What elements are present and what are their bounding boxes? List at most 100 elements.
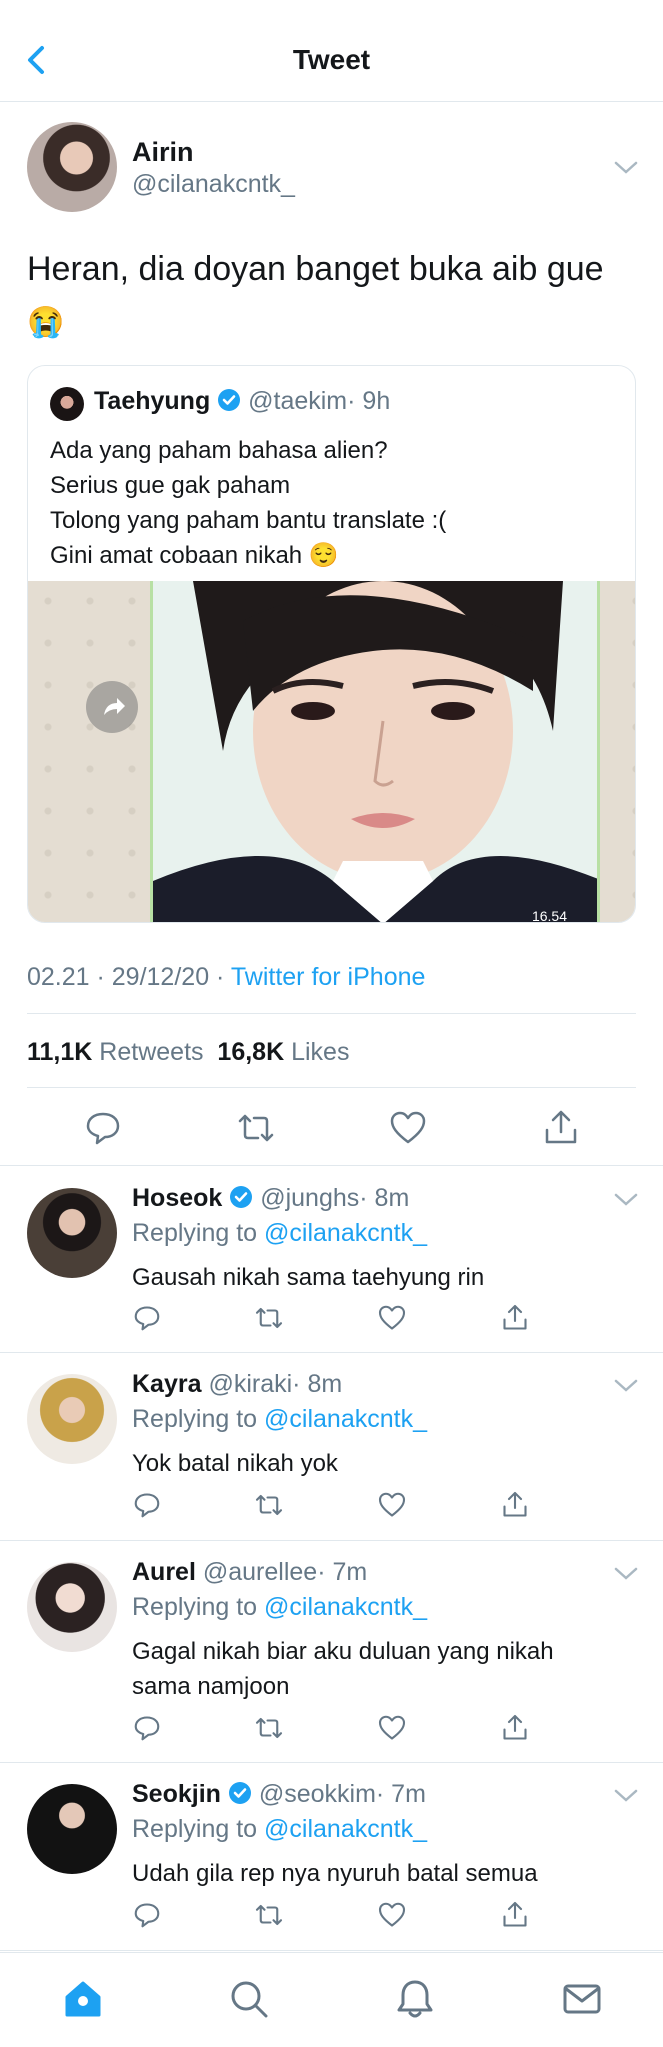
share-icon[interactable] (500, 1713, 530, 1743)
author-name[interactable]: Airin (132, 137, 194, 168)
quoted-line: Tolong yang paham bantu translate :( (50, 507, 447, 534)
quoted-image[interactable]: 16.54 (28, 581, 635, 922)
reply-name[interactable]: Hoseok (132, 1184, 222, 1212)
verified-icon (230, 1186, 253, 1208)
avatar[interactable] (27, 1188, 117, 1278)
likes-label[interactable]: Likes (291, 1038, 349, 1066)
reply-header: Aurel @aurellee· 7m (132, 1558, 367, 1587)
notifications-icon[interactable] (393, 1977, 437, 2021)
replying-label: Replying to (132, 1219, 258, 1247)
reply-name[interactable]: Kayra (132, 1370, 202, 1398)
quoted-avatar (50, 387, 84, 421)
home-icon[interactable] (61, 1977, 105, 2021)
page-title: Tweet (292, 44, 371, 75)
author-handle[interactable]: @cilanakcntk_ (132, 170, 295, 199)
reply-time: · 8m (359, 1184, 410, 1212)
avatar[interactable] (27, 1784, 117, 1874)
quoted-time: · 9h (347, 387, 391, 415)
replying-to-link[interactable]: @cilanakcntk_ (264, 1405, 427, 1433)
reply-icon[interactable] (132, 1900, 162, 1930)
share-icon[interactable] (500, 1490, 530, 1520)
chevron-down-icon[interactable] (613, 1378, 639, 1394)
list-item[interactable]: Hoseok @junghs· 8m Replying to @cilanakc… (0, 1166, 663, 1353)
reply-text: Udah gila rep nya nyuruh batal semua (132, 1856, 538, 1891)
reply-header: Hoseok @junghs· 8m (132, 1184, 409, 1213)
list-item[interactable]: Aurel @aurellee· 7m Replying to @cilanak… (0, 1541, 663, 1763)
forward-icon (104, 698, 125, 715)
quoted-line: Ada yang paham bahasa alien? (50, 437, 388, 464)
share-icon[interactable] (500, 1900, 530, 1930)
quoted-tweet[interactable]: Taehyung @taekim· 9h Ada yang paham baha… (27, 365, 636, 923)
retweet-icon[interactable] (236, 1108, 276, 1148)
like-icon[interactable] (388, 1108, 428, 1148)
replying-to-link[interactable]: @cilanakcntk_ (264, 1219, 427, 1247)
reply-text: Gagal nikah biar aku duluan yang nikah s… (132, 1634, 554, 1704)
verified-icon (228, 1782, 251, 1804)
reply-action-bar (132, 1303, 552, 1335)
like-icon[interactable] (377, 1303, 407, 1333)
share-icon[interactable] (541, 1108, 581, 1148)
avatar[interactable] (27, 1562, 117, 1652)
reply-icon[interactable] (132, 1713, 162, 1743)
divider (27, 1013, 636, 1014)
chevron-down-icon[interactable] (613, 1566, 639, 1582)
avatar[interactable] (27, 122, 117, 212)
chevron-down-icon[interactable] (613, 1788, 639, 1804)
tweet-stats: 11,1K Retweets 16,8K Likes (27, 1038, 349, 1067)
reply-text-line: Yok batal nikah yok (132, 1450, 338, 1477)
tweet-meta: 02.21 · 29/12/20 · Twitter for iPhone (27, 963, 425, 992)
quoted-header: Taehyung @taekim· 9h (94, 387, 390, 416)
reply-time: · 7m (317, 1558, 368, 1586)
replying-to: Replying to @cilanakcntk_ (132, 1815, 427, 1844)
replying-label: Replying to (132, 1593, 258, 1621)
tweet-source[interactable]: Twitter for iPhone (231, 963, 426, 991)
forward-button[interactable] (86, 681, 138, 733)
reply-icon[interactable] (132, 1303, 162, 1333)
replying-to: Replying to @cilanakcntk_ (132, 1219, 427, 1248)
reply-header: Kayra @kiraki· 8m (132, 1370, 342, 1399)
retweets-label[interactable]: Retweets (99, 1038, 203, 1066)
replying-to-link[interactable]: @cilanakcntk_ (264, 1593, 427, 1621)
reply-action-bar (132, 1713, 552, 1745)
reply-name[interactable]: Aurel (132, 1558, 196, 1586)
chevron-down-icon[interactable] (613, 160, 639, 176)
main-action-bar (0, 1105, 663, 1151)
reply-icon[interactable] (83, 1108, 123, 1148)
avatar[interactable] (27, 1374, 117, 1464)
photo: 16.54 (150, 581, 600, 922)
reply-icon[interactable] (132, 1490, 162, 1520)
like-icon[interactable] (377, 1900, 407, 1930)
reply-handle[interactable]: @seokkim (259, 1780, 376, 1808)
verified-icon (218, 389, 241, 411)
reply-name[interactable]: Seokjin (132, 1780, 221, 1808)
crying-emoji: 😭 (27, 306, 65, 339)
replying-to-link[interactable]: @cilanakcntk_ (264, 1815, 427, 1843)
retweets-count[interactable]: 11,1K (27, 1038, 92, 1066)
divider (27, 1087, 636, 1088)
tweet-timestamp: 02.21 · 29/12/20 · (27, 963, 225, 991)
like-icon[interactable] (377, 1490, 407, 1520)
search-icon[interactable] (227, 1977, 271, 2021)
retweet-icon[interactable] (254, 1900, 284, 1930)
reply-text-line: sama namjoon (132, 1673, 290, 1700)
reply-handle[interactable]: @kiraki (208, 1370, 292, 1398)
retweet-icon[interactable] (254, 1303, 284, 1333)
reply-text: Gausah nikah sama taehyung rin (132, 1260, 484, 1295)
messages-icon[interactable] (560, 1977, 604, 2021)
share-icon[interactable] (500, 1303, 530, 1333)
list-item[interactable]: Seokjin @seokkim· 7m Replying to @cilana… (0, 1763, 663, 1951)
replying-to: Replying to @cilanakcntk_ (132, 1593, 427, 1622)
reply-header: Seokjin @seokkim· 7m (132, 1780, 426, 1809)
like-icon[interactable] (377, 1713, 407, 1743)
bottom-nav (0, 1952, 663, 2047)
list-item[interactable]: Kayra @kiraki· 8m Replying to @cilanakcn… (0, 1353, 663, 1541)
reply-time: · 7m (375, 1780, 426, 1808)
reply-handle[interactable]: @junghs (260, 1184, 359, 1212)
retweet-icon[interactable] (254, 1713, 284, 1743)
reply-time: · 8m (292, 1370, 343, 1398)
likes-count[interactable]: 16,8K (217, 1038, 284, 1066)
quoted-name: Taehyung (94, 387, 211, 415)
chevron-down-icon[interactable] (613, 1192, 639, 1208)
retweet-icon[interactable] (254, 1490, 284, 1520)
reply-handle[interactable]: @aurellee (203, 1558, 317, 1586)
